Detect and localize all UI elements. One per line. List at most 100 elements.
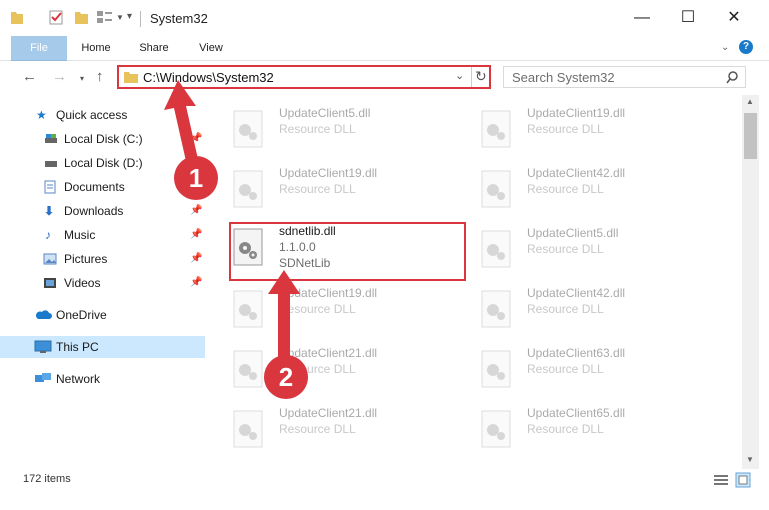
customize-toolbar-icon[interactable]: ▾ [127, 11, 132, 22]
sidebar-item-label: Quick access [56, 108, 128, 122]
window-title: System32 [150, 11, 208, 26]
videos-icon [44, 278, 56, 288]
dll-file-icon [233, 170, 263, 208]
file-type: Resource DLL [527, 122, 604, 136]
dll-file-icon [481, 110, 511, 148]
file-item[interactable]: UpdateClient63.dll Resource DLL [481, 344, 701, 400]
folder-icon [11, 12, 23, 24]
divider [140, 11, 141, 27]
dll-file-icon [233, 290, 263, 328]
step-badge-2: 2 [264, 355, 308, 399]
forward-arrow-icon[interactable]: → [52, 68, 67, 85]
computer-icon [34, 340, 52, 353]
search-placeholder[interactable]: Search System32 [512, 70, 615, 85]
refresh-icon[interactable]: ↻ [475, 68, 487, 85]
sidebar-item-label: Music [64, 228, 96, 242]
tab-view[interactable]: View [191, 36, 231, 60]
search-box[interactable]: Search System32 [503, 66, 746, 88]
pin-icon: 📌 [190, 205, 203, 216]
file-item[interactable]: UpdateClient42.dll Resource DLL [481, 164, 701, 220]
large-icons-view-icon[interactable] [735, 472, 751, 488]
file-name: UpdateClient19.dll [279, 166, 378, 180]
title-bar: ▼ ▾ System32 — ☐ ✕ [0, 0, 769, 36]
file-name: UpdateClient5.dll [279, 106, 371, 120]
scroll-down-icon[interactable]: ▼ [746, 455, 754, 464]
file-item[interactable]: UpdateClient21.dll Resource DLL [233, 404, 453, 458]
sidebar-item-downloads[interactable]: ⬇ Downloads 📌 [0, 200, 205, 222]
file-item[interactable]: UpdateClient5.dll Resource DLL [233, 104, 453, 160]
tab-home[interactable]: Home [76, 36, 116, 60]
file-type: Resource DLL [279, 422, 356, 436]
file-type: Resource DLL [527, 422, 604, 436]
details-view-icon[interactable] [713, 473, 729, 487]
dll-file-icon [233, 410, 263, 448]
minimize-button[interactable]: — [619, 0, 665, 36]
file-item[interactable]: UpdateClient5.dll Resource DLL [481, 224, 701, 280]
documents-icon [44, 180, 56, 194]
properties-icon[interactable] [48, 9, 64, 25]
status-bar: 172 items [0, 469, 769, 491]
file-name: UpdateClient42.dll [527, 286, 626, 300]
folder-icon [124, 72, 138, 83]
dll-file-icon [481, 410, 511, 448]
pictures-icon [43, 253, 57, 265]
scroll-up-icon[interactable]: ▲ [746, 97, 754, 106]
file-name: UpdateClient42.dll [527, 166, 626, 180]
network-icon [35, 373, 51, 382]
pin-icon: 📌 [190, 229, 203, 240]
file-type: Resource DLL [527, 182, 604, 196]
new-folder-icon[interactable] [74, 9, 90, 25]
file-type: Resource DLL [527, 362, 604, 376]
dll-file-icon [481, 350, 511, 388]
file-type: Resource DLL [279, 182, 356, 196]
drive-icon [45, 161, 57, 167]
sidebar-item-network[interactable]: Network [0, 368, 205, 390]
view-options-icon[interactable] [96, 9, 114, 25]
chevron-down-icon[interactable]: ⌄ [455, 69, 464, 82]
sidebar-item-label: Documents [64, 180, 125, 194]
sidebar-item-this-pc[interactable]: This PC [0, 336, 205, 358]
sidebar-item-videos[interactable]: Videos 📌 [0, 272, 205, 294]
item-count: 172 items [23, 473, 71, 485]
file-name: UpdateClient19.dll [527, 106, 626, 120]
dll-file-icon [233, 350, 263, 388]
dll-file-icon [233, 110, 263, 148]
maximize-button[interactable]: ☐ [665, 0, 711, 36]
chevron-down-icon[interactable]: ▼ [116, 13, 124, 22]
download-icon: ⬇ [44, 204, 55, 218]
search-icon[interactable] [726, 71, 739, 84]
file-name: UpdateClient21.dll [279, 406, 378, 420]
annotation-arrow-2 [268, 270, 300, 360]
file-name: UpdateClient5.dll [527, 226, 619, 240]
sidebar-item-label: This PC [56, 340, 99, 354]
highlight-box [229, 222, 466, 281]
sidebar-item-label: Local Disk (D:) [64, 156, 143, 170]
sidebar-item-label: Network [56, 372, 101, 386]
recent-locations-icon[interactable]: ▾ [80, 74, 84, 83]
sidebar-item-music[interactable]: ♪ Music 📌 [0, 224, 205, 246]
pin-icon: 📌 [190, 277, 203, 288]
file-type: Resource DLL [527, 242, 604, 256]
chevron-down-icon[interactable]: ⌄ [721, 42, 729, 53]
file-item[interactable]: UpdateClient65.dll Resource DLL [481, 404, 701, 458]
drive-icon [45, 134, 57, 143]
close-button[interactable]: ✕ [711, 0, 757, 36]
file-item[interactable]: UpdateClient42.dll Resource DLL [481, 284, 701, 340]
ribbon: File Home Share View ⌄ ? [0, 36, 769, 92]
scrollbar-thumb[interactable] [744, 113, 757, 159]
help-icon[interactable]: ? [739, 40, 753, 54]
up-arrow-icon[interactable]: ↑ [96, 68, 104, 85]
sidebar-item-label: Local Disk (C:) [64, 132, 143, 146]
vertical-scrollbar[interactable]: ▲ ▼ [742, 95, 759, 469]
star-icon: ★ [36, 108, 47, 122]
tab-share[interactable]: Share [134, 36, 174, 60]
file-item[interactable]: UpdateClient19.dll Resource DLL [481, 104, 701, 160]
sidebar-item-onedrive[interactable]: OneDrive [0, 304, 205, 326]
back-arrow-icon[interactable]: ← [22, 68, 37, 85]
sidebar-item-pictures[interactable]: Pictures 📌 [0, 248, 205, 270]
file-item[interactable]: UpdateClient19.dll Resource DLL [233, 164, 453, 220]
pin-icon: 📌 [190, 253, 203, 264]
file-name: UpdateClient63.dll [527, 346, 626, 360]
sidebar-item-label: OneDrive [56, 308, 107, 322]
dll-file-icon [481, 290, 511, 328]
